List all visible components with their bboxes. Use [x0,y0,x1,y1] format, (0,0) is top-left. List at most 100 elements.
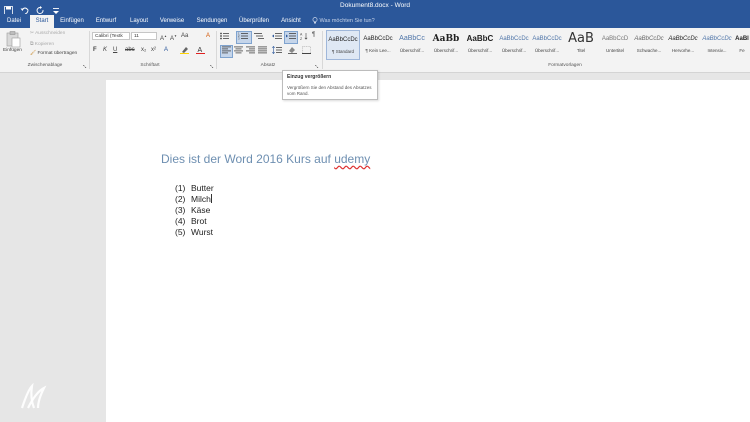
style-heading-3[interactable]: AaBbC Überschrif... [463,30,497,60]
style-heading-4[interactable]: AaBbCcDc Überschrif... [497,30,531,60]
style-intense-emphasis[interactable]: AaBbCcDc Intensiv... [700,30,734,60]
justify-icon[interactable] [258,46,267,57]
tab-verweise[interactable]: Verweise [156,15,188,28]
separator [89,31,90,69]
tell-me-text: Was möchten Sie tun? [319,18,375,24]
strikethrough-icon[interactable]: abc [125,46,135,54]
numbering-icon[interactable]: 123 [236,31,252,44]
style-preview: AaBbCcD [601,36,629,42]
window-title: Dokument8.docx - Word [340,2,410,9]
tab-ansicht[interactable]: Ansicht [277,15,305,28]
clear-formatting-icon[interactable]: A [206,32,210,40]
style-preview: AaBl [735,36,749,42]
font-color-icon[interactable]: A [196,46,205,57]
style-name: Überschrif... [534,48,560,53]
title-bar: Dokument8.docx - Word [0,0,750,15]
style-preview: AaB [568,31,594,46]
text-effects-icon[interactable]: A [164,46,168,54]
style-heading-2[interactable]: AaBb Überschrif... [429,30,463,60]
style-preview: AaBbCcDc [702,36,732,42]
underline-icon[interactable]: U [113,46,117,54]
style-preview: AaBbCc [399,35,425,42]
pilcrow-icon[interactable]: ¶ [312,31,315,39]
align-left-icon[interactable] [220,45,233,58]
ribbon-tabs: Datei Start Einfügen Entwurf Layout Verw… [0,14,750,28]
copy-button[interactable]: ⧉ Kopieren [30,41,54,47]
shading-icon[interactable] [288,46,297,57]
borders-icon[interactable] [302,46,311,57]
bold-icon[interactable]: F [93,46,97,54]
increase-indent-icon[interactable] [284,31,298,44]
style-subtitle[interactable]: AaBbCcD Untertitel [598,30,632,60]
misspelled-word[interactable]: udemy [334,152,370,166]
lightbulb-icon [312,17,320,24]
svg-text:3: 3 [238,37,240,41]
tell-me-box[interactable]: Was möchten Sie tun? [312,15,375,28]
font-size-select[interactable]: 11 [131,32,157,40]
style-name: Fe [739,48,745,53]
indent-tooltip: Einzug vergrößern Vergrößern Sie den Abs… [282,70,378,100]
sort-icon[interactable]: AZ [300,32,308,43]
style-standard[interactable]: AaBbCcDc ¶ Standard [326,30,360,60]
font-launcher-icon[interactable]: ⤡ [210,63,213,71]
style-heading-1[interactable]: AaBbCc Überschrif... [395,30,429,60]
font-family-select[interactable]: Calibri (Textk [92,32,130,40]
list-text: Wurst [191,227,214,237]
clipboard-launcher-icon[interactable]: ⤡ [83,63,86,71]
style-heading-5[interactable]: AaBbCcDc Überschrif... [530,30,564,60]
list-item[interactable]: (5) Wurst [175,227,214,238]
copy-icon: ⧉ [30,42,34,47]
clipboard-group-label: Zwischenablage [27,63,63,68]
style-name: Überschrif... [399,48,425,53]
style-preview: AaBbC [466,34,494,43]
list-number: (2) [175,194,186,204]
tab-entwurf[interactable]: Entwurf [91,15,121,28]
grow-font-icon[interactable]: A▲ [160,32,167,43]
document-heading[interactable]: Dies ist der Word 2016 Kurs auf udemy [161,152,370,166]
style-name: Intensiv... [707,48,727,53]
tab-layout[interactable]: Layout [126,15,152,28]
style-name: Überschrif... [467,48,493,53]
style-subtle-emphasis[interactable]: AaBbCcDc Schwache... [632,30,666,60]
list-item[interactable]: (4) Brot [175,216,214,227]
paste-label: Einfügen [3,48,22,53]
list-number: (1) [175,183,186,193]
style-emphasis[interactable]: AaBbCcDc Hervorhe... [666,30,700,60]
document-page[interactable] [106,80,750,422]
highlight-icon[interactable] [180,46,189,57]
subscript-icon[interactable]: x₂ [141,46,146,54]
list-item[interactable]: (2) Milch [175,194,214,205]
shrink-font-icon[interactable]: A▼ [170,32,177,43]
list-text: Milch [191,194,211,204]
list-item[interactable]: (1) Butter [175,183,214,194]
paste-button[interactable]: Einfügen [3,30,24,60]
tab-ueberpruefen[interactable]: Überprüfen [234,15,274,28]
tooltip-body: Vergrößern Sie den Abstand des Absatzes … [287,85,372,96]
decrease-indent-icon[interactable] [272,32,282,43]
bullets-icon[interactable] [220,32,232,43]
align-center-icon[interactable] [234,46,243,57]
style-name: ¶ Kein Lee... [365,48,391,53]
multilevel-list-icon[interactable] [254,32,266,43]
list-number: (4) [175,216,186,226]
align-right-icon[interactable] [246,46,255,57]
style-preview: AaBbCcDc [363,36,393,42]
numbered-list[interactable]: (1) Butter (2) Milch (3) Käse (4) Brot (… [175,183,214,238]
change-case-icon[interactable]: Aa [181,32,188,40]
style-no-spacing[interactable]: AaBbCcDc ¶ Kein Lee... [361,30,395,60]
superscript-icon[interactable]: x² [151,46,156,54]
format-painter-button[interactable]: 🖌 Format übertragen [30,51,77,56]
tab-sendungen[interactable]: Sendungen [192,15,232,28]
tab-start[interactable]: Start [30,15,54,28]
heading-text: Dies ist der Word 2016 Kurs auf [161,152,335,166]
style-strong[interactable]: AaBl Fe [734,30,750,60]
italic-icon[interactable]: K [103,46,107,54]
paragraph-group-label: Absatz [260,63,276,68]
line-spacing-icon[interactable] [272,45,282,57]
cut-button[interactable]: ✂ Ausschneiden [30,31,65,36]
style-title[interactable]: AaB Titel [564,30,598,60]
tab-einfuegen[interactable]: Einfügen [56,15,88,28]
tab-datei[interactable]: Datei [2,15,26,28]
list-item[interactable]: (3) Käse [175,205,214,216]
font-group-label: Schriftart [140,63,160,68]
